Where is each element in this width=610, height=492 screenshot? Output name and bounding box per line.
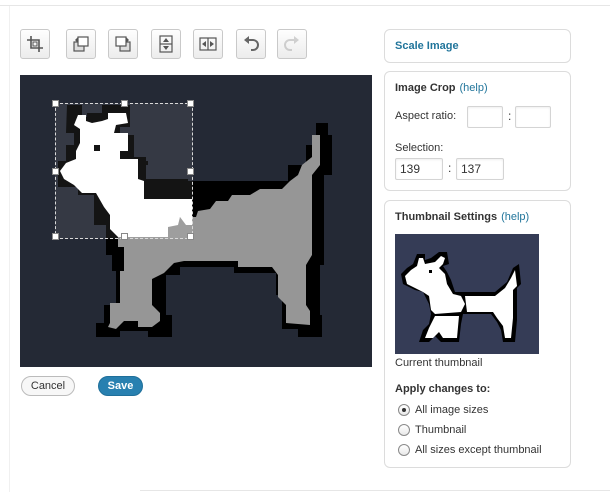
flip-vertical-icon [159, 35, 173, 53]
radio-all-except-thumbnail[interactable] [398, 444, 410, 456]
option-all-image-sizes[interactable]: All image sizes [398, 403, 488, 417]
radio-all-image-sizes[interactable] [398, 404, 410, 416]
thumbnail-settings-panel: Thumbnail Settings (help) Current thumbna… [384, 200, 571, 468]
image-crop-title-text: Image Crop [395, 82, 456, 94]
selection-height-input[interactable]: 137 [456, 158, 504, 180]
crop-icon [27, 36, 43, 52]
crop-handle-bottom-left[interactable] [52, 233, 59, 240]
crop-button[interactable] [20, 29, 50, 59]
crop-handle-right[interactable] [187, 168, 194, 175]
redo-button[interactable] [277, 29, 307, 59]
flip-horizontal-button[interactable] [193, 29, 223, 59]
undo-button[interactable] [236, 29, 266, 59]
aspect-ratio-height-input[interactable] [515, 106, 551, 128]
rotate-counterclockwise-icon [73, 36, 89, 52]
scale-image-link[interactable]: Scale Image [395, 40, 459, 52]
crop-selection[interactable] [52, 100, 194, 240]
rotate-right-button[interactable] [108, 29, 138, 59]
selection-label: Selection: [395, 142, 444, 154]
option-all-image-sizes-label: All image sizes [415, 404, 489, 416]
save-button[interactable]: Save [98, 376, 143, 396]
flip-horizontal-icon [199, 37, 217, 51]
radio-thumbnail[interactable] [398, 424, 410, 436]
current-thumbnail-caption: Current thumbnail [395, 357, 483, 369]
crop-handle-top-left[interactable] [52, 100, 59, 107]
image-crop-title: Image Crop (help) [395, 82, 488, 94]
thumbnail-help-link[interactable]: (help) [501, 211, 529, 223]
rotate-left-button[interactable] [66, 29, 96, 59]
aspect-ratio-width-input[interactable] [467, 106, 503, 128]
current-thumbnail-image [395, 234, 539, 354]
flip-vertical-button[interactable] [151, 29, 181, 59]
crop-handle-top-right[interactable] [187, 100, 194, 107]
thumbnail-settings-title: Thumbnail Settings (help) [395, 211, 529, 223]
image-crop-help-link[interactable]: (help) [460, 82, 488, 94]
left-divider [9, 6, 10, 492]
option-all-except-thumbnail[interactable]: All sizes except thumbnail [398, 443, 542, 457]
crop-handle-left[interactable] [52, 168, 59, 175]
option-thumbnail[interactable]: Thumbnail [398, 423, 466, 437]
option-thumbnail-label: Thumbnail [415, 424, 467, 436]
crop-handle-bottom-right[interactable] [187, 233, 194, 240]
crop-handle-top[interactable] [121, 100, 128, 107]
scale-image-panel: Scale Image [384, 29, 571, 63]
selection-width-input[interactable]: 139 [395, 158, 443, 180]
cancel-button[interactable]: Cancel [21, 376, 75, 396]
image-crop-panel: Image Crop (help) Aspect ratio: : Selecti… [384, 71, 571, 191]
apply-changes-label: Apply changes to: [395, 383, 491, 395]
redo-icon [284, 36, 299, 51]
top-divider [0, 5, 610, 6]
image-canvas[interactable] [20, 75, 372, 367]
rotate-clockwise-icon [115, 36, 131, 52]
crop-handle-bottom[interactable] [121, 233, 128, 240]
option-all-except-thumbnail-label: All sizes except thumbnail [415, 444, 542, 456]
aspect-ratio-label: Aspect ratio: [395, 110, 457, 122]
thumbnail-settings-title-text: Thumbnail Settings [395, 211, 498, 223]
aspect-ratio-separator: : [508, 109, 512, 123]
bottom-divider [140, 490, 610, 491]
undo-icon [244, 36, 259, 51]
selection-separator: : [448, 161, 452, 175]
